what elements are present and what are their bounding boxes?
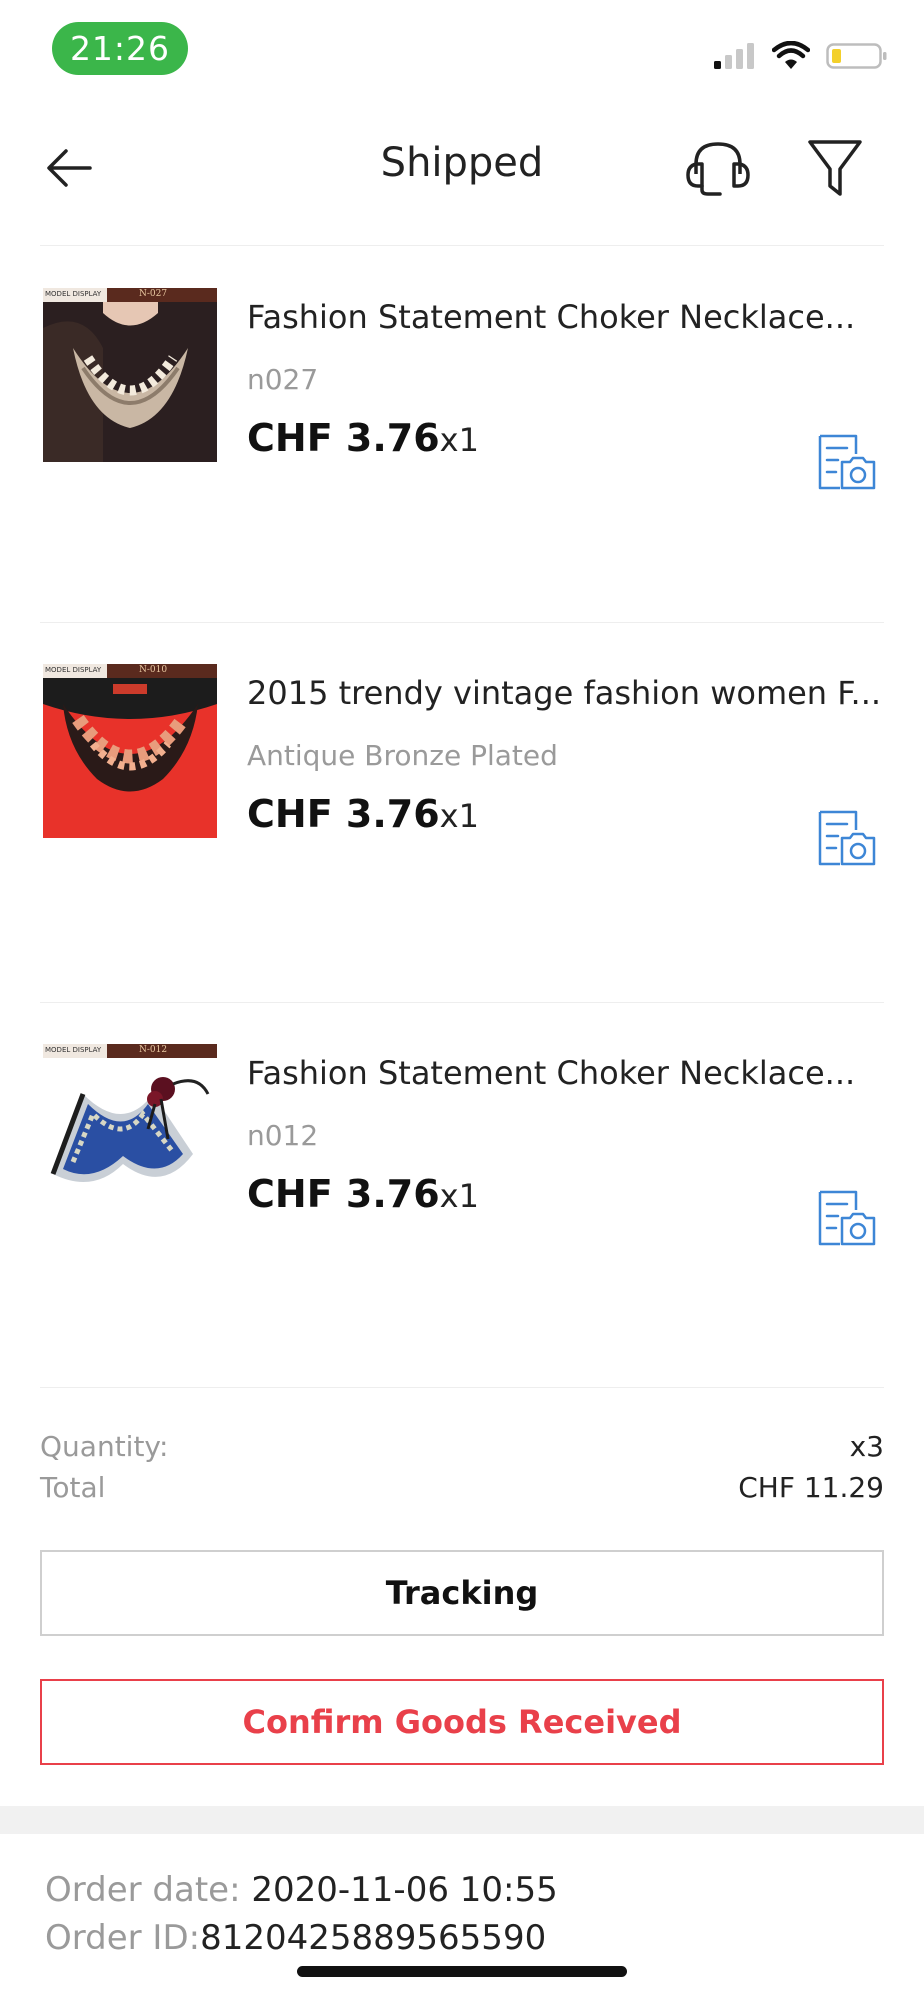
photo-review-button[interactable] — [816, 808, 878, 868]
item-divider — [40, 622, 884, 623]
item-price: CHF 3.76x1 — [247, 792, 479, 836]
quantity-value: x3 — [849, 1430, 884, 1463]
order-date-label: Order date: — [45, 1870, 241, 1910]
total-label: Total — [40, 1471, 106, 1504]
thumb-code: N-012 — [139, 1045, 168, 1055]
photo-review-button[interactable] — [816, 1188, 878, 1248]
product-image[interactable]: MODEL DISPLAY N-010 — [43, 664, 217, 838]
item-title[interactable]: 2015 trendy vintage fashion women F... — [247, 674, 884, 712]
thumb-code: N-010 — [139, 665, 168, 675]
document-camera-icon — [818, 810, 876, 866]
quantity-row: Quantity: x3 — [40, 1430, 884, 1463]
order-id-row: Order ID:8120425889565590 — [45, 1918, 546, 1958]
header: Shipped — [0, 110, 924, 220]
item-variant: n012 — [247, 1119, 319, 1152]
headset-icon — [686, 142, 750, 196]
item-quantity: x1 — [439, 1177, 479, 1215]
order-date-row: Order date: 2020-11-06 10:55 — [45, 1870, 558, 1910]
order-id-value[interactable]: 8120425889565590 — [200, 1918, 546, 1958]
status-icons — [712, 36, 888, 76]
filter-button[interactable] — [805, 134, 865, 204]
order-item[interactable]: MODEL DISPLAY N-027 Fashion Statement Ch… — [40, 246, 884, 626]
item-variant: Antique Bronze Plated — [247, 739, 558, 772]
thumb-code: N-027 — [139, 289, 168, 299]
document-camera-icon — [818, 1190, 876, 1246]
item-divider — [40, 1002, 884, 1003]
quantity-label: Quantity: — [40, 1430, 169, 1463]
photo-review-button[interactable] — [816, 432, 878, 492]
item-quantity: x1 — [439, 421, 479, 459]
item-variant: n027 — [247, 363, 319, 396]
document-camera-icon — [818, 434, 876, 490]
filter-icon — [808, 140, 862, 196]
order-id-label: Order ID: — [45, 1918, 201, 1958]
item-price: CHF 3.76x1 — [247, 416, 479, 460]
confirm-goods-received-button[interactable]: Confirm Goods Received — [40, 1679, 884, 1765]
product-image[interactable]: MODEL DISPLAY N-012 — [43, 1044, 217, 1218]
item-price-value: CHF 3.76 — [247, 792, 440, 836]
order-item[interactable]: MODEL DISPLAY N-010 2015 trendy vintage … — [40, 622, 884, 1002]
battery-icon — [826, 43, 887, 69]
product-image[interactable]: MODEL DISPLAY N-027 — [43, 288, 217, 462]
item-title[interactable]: Fashion Statement Choker Necklace... — [247, 1054, 884, 1092]
thumb-brand: MODEL DISPLAY — [45, 666, 102, 674]
item-price: CHF 3.76x1 — [247, 1172, 479, 1216]
item-price-value: CHF 3.76 — [247, 416, 440, 460]
customer-service-button[interactable] — [680, 130, 756, 206]
wifi-icon — [772, 41, 810, 69]
thumb-brand: MODEL DISPLAY — [45, 1046, 102, 1054]
order-item[interactable]: MODEL DISPLAY N-012 Fashion Statement Ch… — [40, 1002, 884, 1382]
item-quantity: x1 — [439, 797, 479, 835]
order-date-value: 2020-11-06 10:55 — [240, 1870, 558, 1910]
page-title: Shipped — [380, 140, 544, 186]
thumb-brand: MODEL DISPLAY — [45, 290, 102, 298]
summary-divider — [40, 1387, 884, 1388]
status-time: 21:26 — [52, 22, 188, 75]
total-row: Total CHF 11.29 — [40, 1471, 884, 1504]
section-separator — [0, 1806, 924, 1834]
total-value: CHF 11.29 — [738, 1471, 884, 1504]
item-price-value: CHF 3.76 — [247, 1172, 440, 1216]
home-indicator — [297, 1966, 627, 1977]
signal-icon — [714, 43, 754, 69]
item-title[interactable]: Fashion Statement Choker Necklace... — [247, 298, 884, 336]
tracking-button[interactable]: Tracking — [40, 1550, 884, 1636]
